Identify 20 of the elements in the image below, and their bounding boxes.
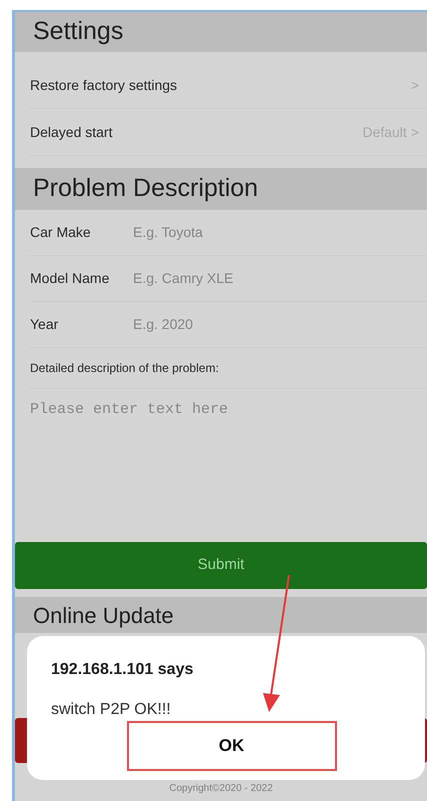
- settings-row[interactable]: Restore factory settings >: [30, 62, 427, 109]
- copyright-text: Copyright©2020 - 2022: [169, 783, 273, 794]
- section-header: Problem Description: [15, 168, 427, 210]
- input-field[interactable]: E.g. Toyota: [133, 222, 333, 243]
- section-header: Online Update: [15, 597, 427, 633]
- field-label: Car Make: [30, 223, 92, 242]
- input-field[interactable]: E.g. 2020: [133, 314, 333, 335]
- field-label: Year: [30, 315, 60, 334]
- input-field[interactable]: E.g. Camry XLE: [133, 268, 333, 289]
- dialog-message: switch P2P OK!!!: [51, 700, 172, 720]
- description-label: Detailed description of the problem:: [30, 348, 427, 389]
- dialog-title: 192.168.1.101 says: [51, 660, 194, 680]
- submit-button[interactable]: Submit: [15, 542, 427, 589]
- chevron-icon: >: [410, 122, 419, 142]
- text-area[interactable]: Please enter text here: [15, 389, 427, 524]
- section-header: Settings: [15, 12, 427, 52]
- row-label: Delayed start: [30, 122, 112, 142]
- field-label: Model Name: [30, 269, 110, 288]
- row-label: Restore factory settings: [30, 76, 178, 95]
- chevron-icon: >: [410, 74, 419, 96]
